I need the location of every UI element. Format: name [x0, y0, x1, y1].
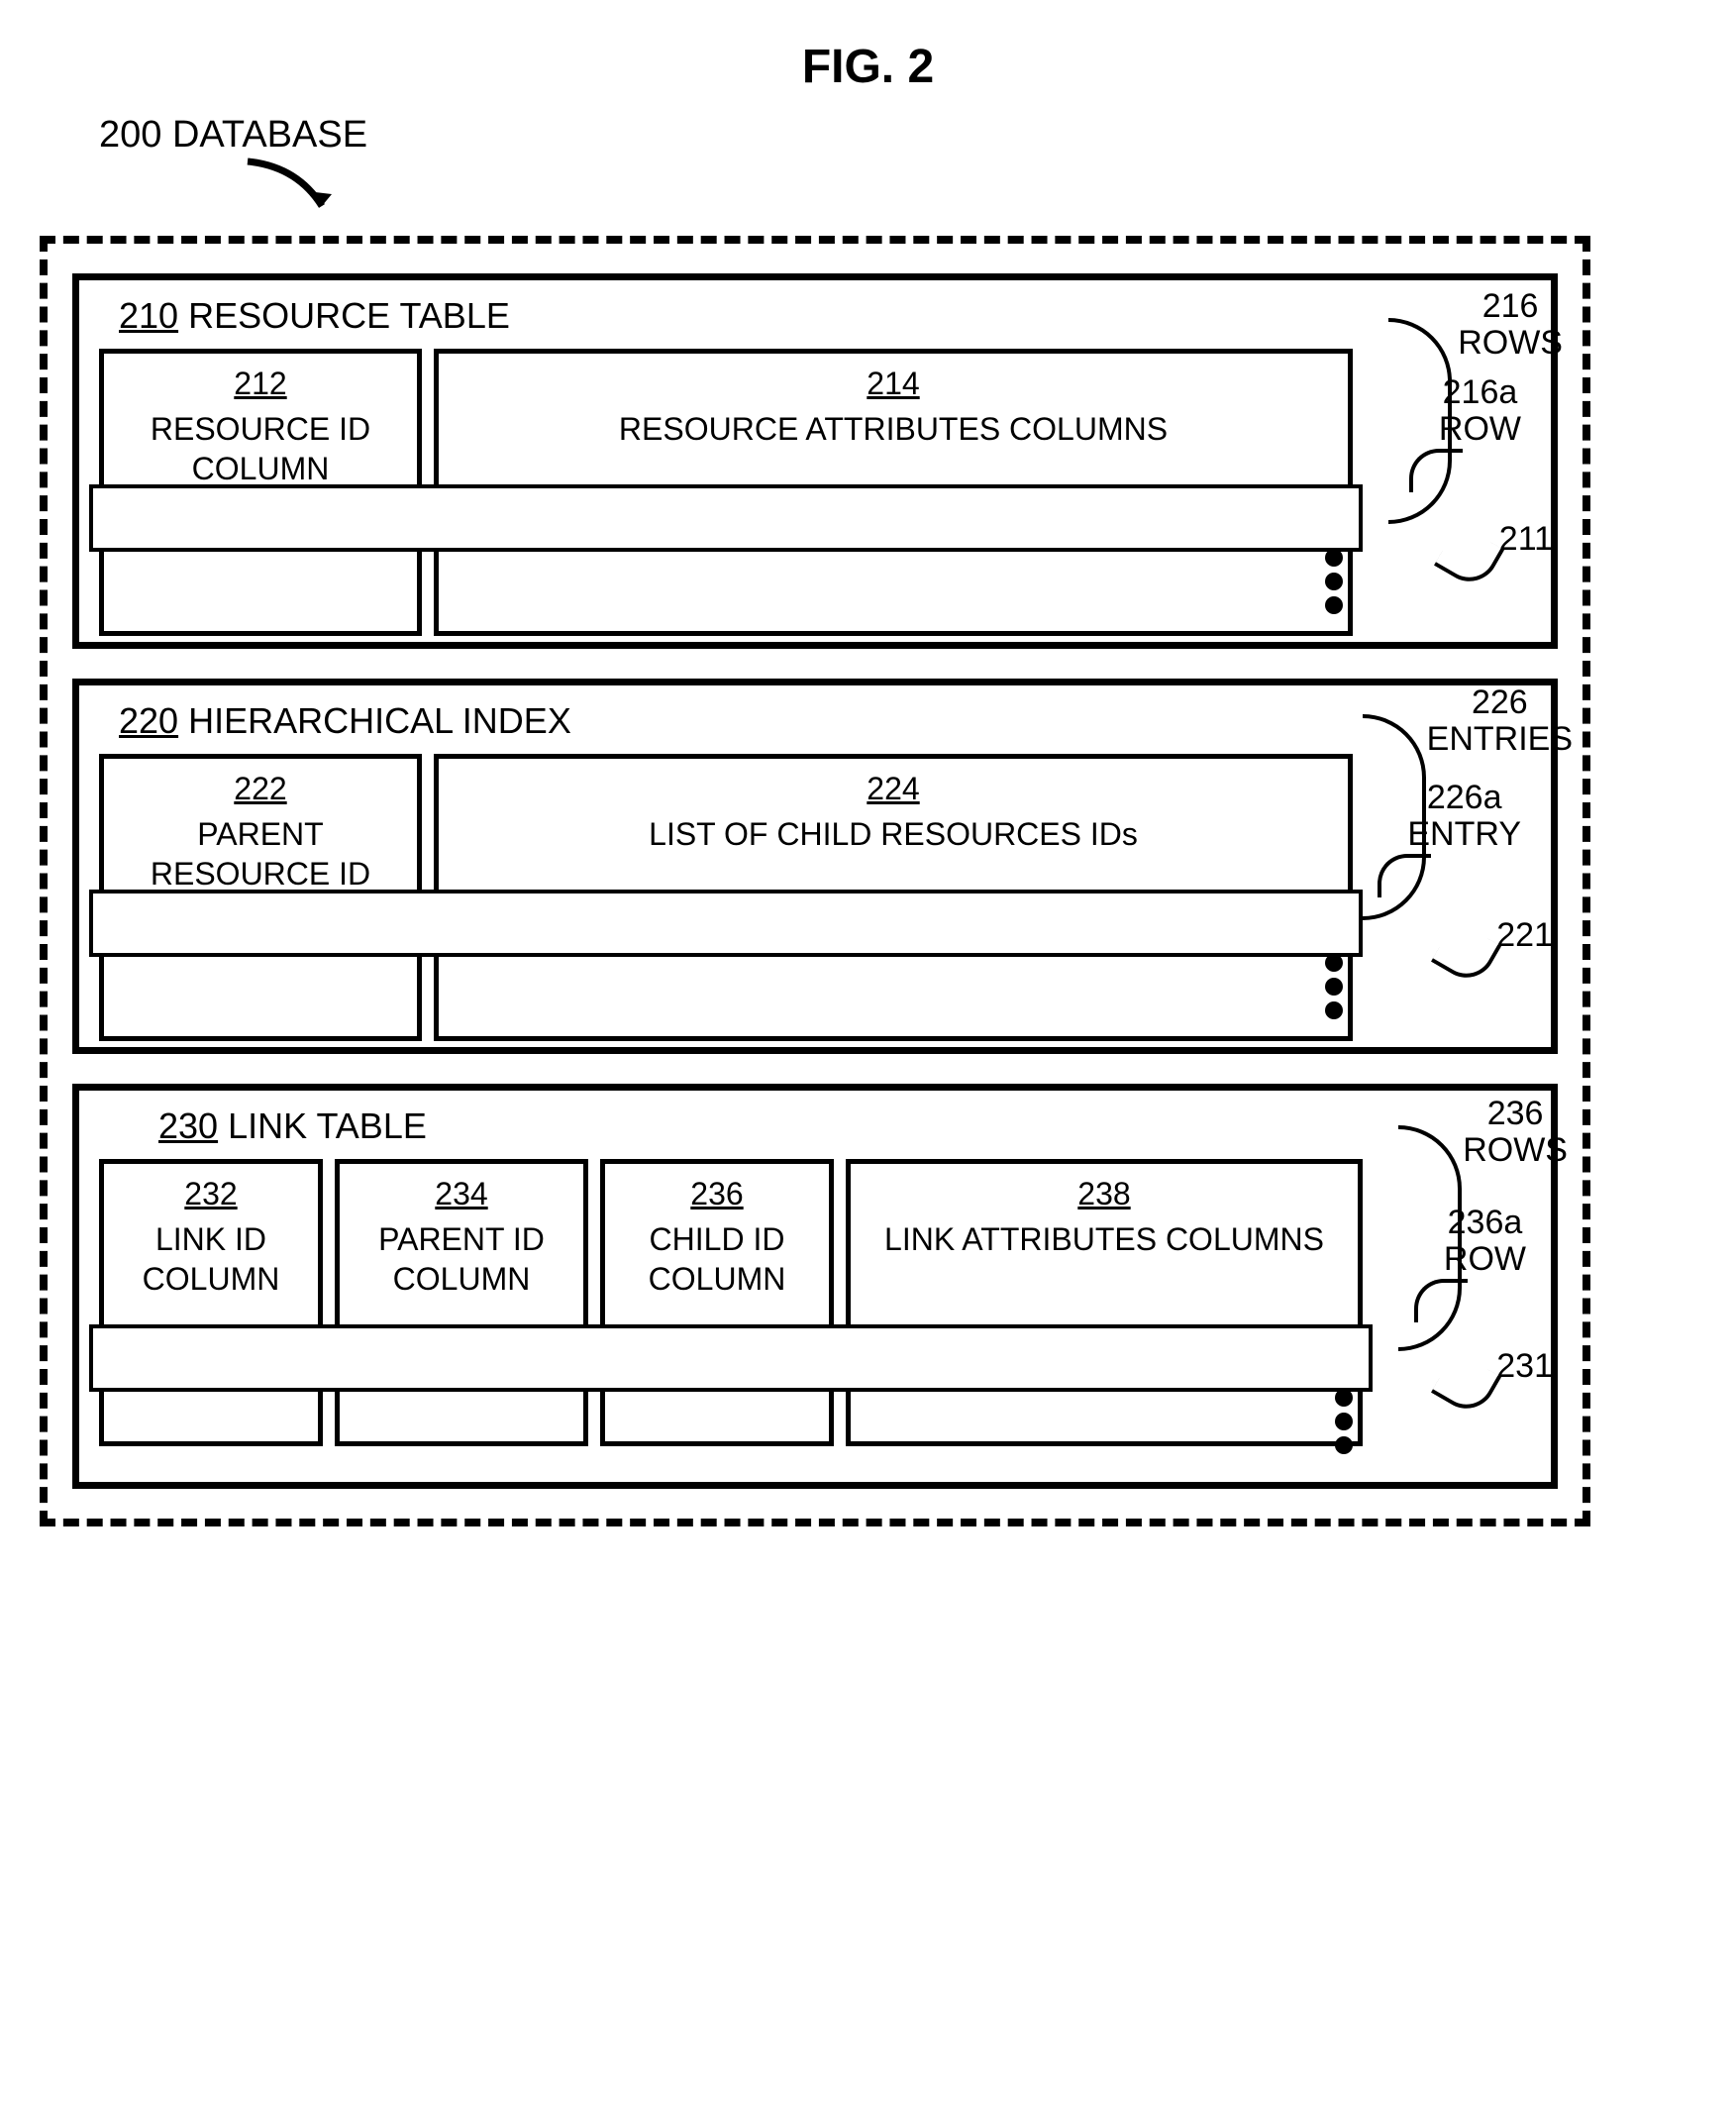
resource-table-header: 210 RESOURCE TABLE [119, 295, 1531, 337]
link-id-column: 232 LINK ID COLUMN [99, 1159, 323, 1446]
table-row [89, 890, 1363, 957]
hierarchical-index-header: 220 HIERARCHICAL INDEX [119, 700, 1531, 742]
link-table: 230 LINK TABLE 232 LINK ID COLUMN 234 PA… [72, 1084, 1558, 1489]
link-table-header: 230 LINK TABLE [158, 1105, 1531, 1147]
vertical-ellipsis-icon [1325, 549, 1343, 614]
vertical-ellipsis-icon [1335, 1389, 1353, 1454]
vertical-ellipsis-icon [1325, 954, 1343, 1019]
ref-231: 231 [1496, 1348, 1553, 1385]
child-id-column: 236 CHILD ID COLUMN [600, 1159, 834, 1446]
table-row [89, 1324, 1373, 1392]
parent-id-column: 234 PARENT ID COLUMN [335, 1159, 588, 1446]
database-label: 200 DATABASE [99, 114, 1696, 157]
link-attributes-column: 238 LINK ATTRIBUTES COLUMNS [846, 1159, 1363, 1446]
figure-title: FIG. 2 [40, 40, 1696, 94]
resource-table: 210 RESOURCE TABLE 212 RESOURCE ID COLUM… [72, 273, 1558, 649]
link-rows-annotation: 236ROWS [1463, 1096, 1568, 1170]
hierarchical-index: 220 HIERARCHICAL INDEX 222 PARENT RESOUR… [72, 679, 1558, 1054]
ref-221: 221 [1496, 917, 1553, 954]
entries-annotation: 226ENTRIES [1427, 684, 1573, 759]
table-row [89, 484, 1363, 552]
ref-211: 211 [1499, 521, 1553, 558]
arrow-icon [238, 157, 357, 226]
rows-annotation: 216ROWS [1458, 288, 1563, 363]
database-container: 210 RESOURCE TABLE 212 RESOURCE ID COLUM… [40, 236, 1590, 1526]
